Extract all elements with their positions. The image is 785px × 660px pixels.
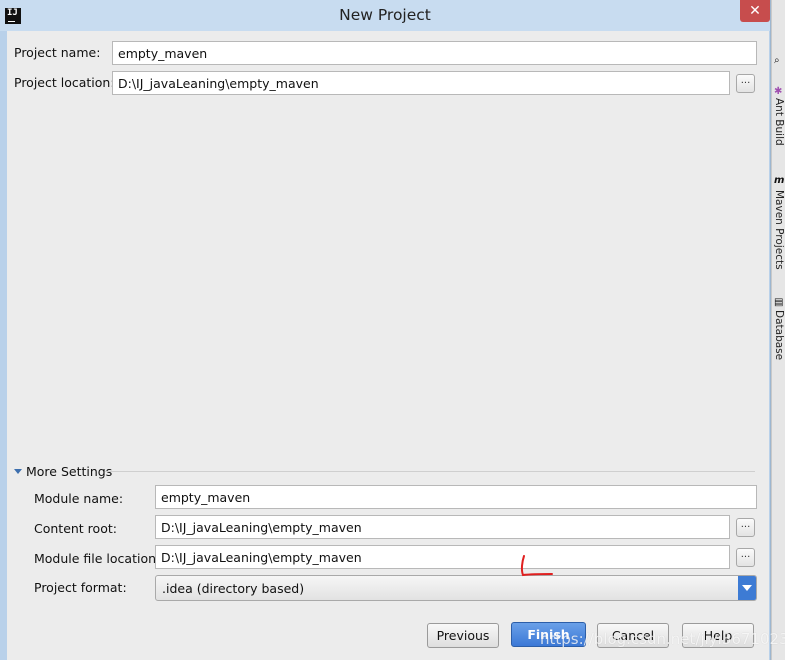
ant-build-tool-tab[interactable]: Ant Build	[773, 98, 785, 146]
project-location-label: Project location:	[14, 75, 115, 90]
project-name-input[interactable]: empty_maven	[112, 41, 757, 65]
content-root-browse-button[interactable]: ...	[736, 518, 755, 537]
content-root-input[interactable]: D:\IJ_javaLeaning\empty_maven	[155, 515, 730, 539]
maven-icon: m	[774, 175, 785, 186]
search-icon[interactable]: ⌕	[774, 55, 780, 66]
section-divider	[105, 471, 755, 472]
title-bar[interactable]: IJ New Project	[0, 0, 770, 31]
maven-projects-tool-tab[interactable]: Maven Projects	[773, 190, 785, 270]
project-format-select[interactable]: .idea (directory based)	[155, 575, 757, 601]
project-format-label: Project format:	[34, 580, 127, 595]
project-location-input[interactable]: D:\IJ_javaLeaning\empty_maven	[112, 71, 730, 95]
red-annotation-mark	[520, 555, 553, 577]
watermark-text: https://blog.csdn.net/jiyi3671023	[540, 630, 785, 648]
expand-triangle-icon[interactable]	[14, 469, 22, 474]
close-button[interactable]: ✕	[740, 0, 770, 22]
module-file-location-input[interactable]: D:\IJ_javaLeaning\empty_maven	[155, 545, 730, 569]
module-name-label: Module name:	[34, 491, 124, 506]
module-file-location-label: Module file location:	[34, 551, 161, 566]
chevron-down-icon[interactable]	[738, 576, 756, 600]
content-root-label: Content root:	[34, 521, 117, 536]
close-icon: ✕	[749, 3, 761, 19]
project-location-browse-button[interactable]: ...	[736, 74, 755, 93]
dialog-title: New Project	[339, 6, 431, 24]
more-settings-toggle[interactable]: More Settings	[26, 464, 112, 479]
project-name-label: Project name:	[14, 45, 101, 60]
module-file-location-browse-button[interactable]: ...	[736, 548, 755, 567]
module-name-input[interactable]: empty_maven	[155, 485, 757, 509]
ant-icon: ✱	[774, 86, 783, 97]
database-tool-tab[interactable]: Database	[773, 310, 785, 360]
database-icon: ▤	[774, 297, 784, 308]
previous-button[interactable]: Previous	[427, 623, 499, 648]
project-format-value: .idea (directory based)	[162, 581, 305, 596]
